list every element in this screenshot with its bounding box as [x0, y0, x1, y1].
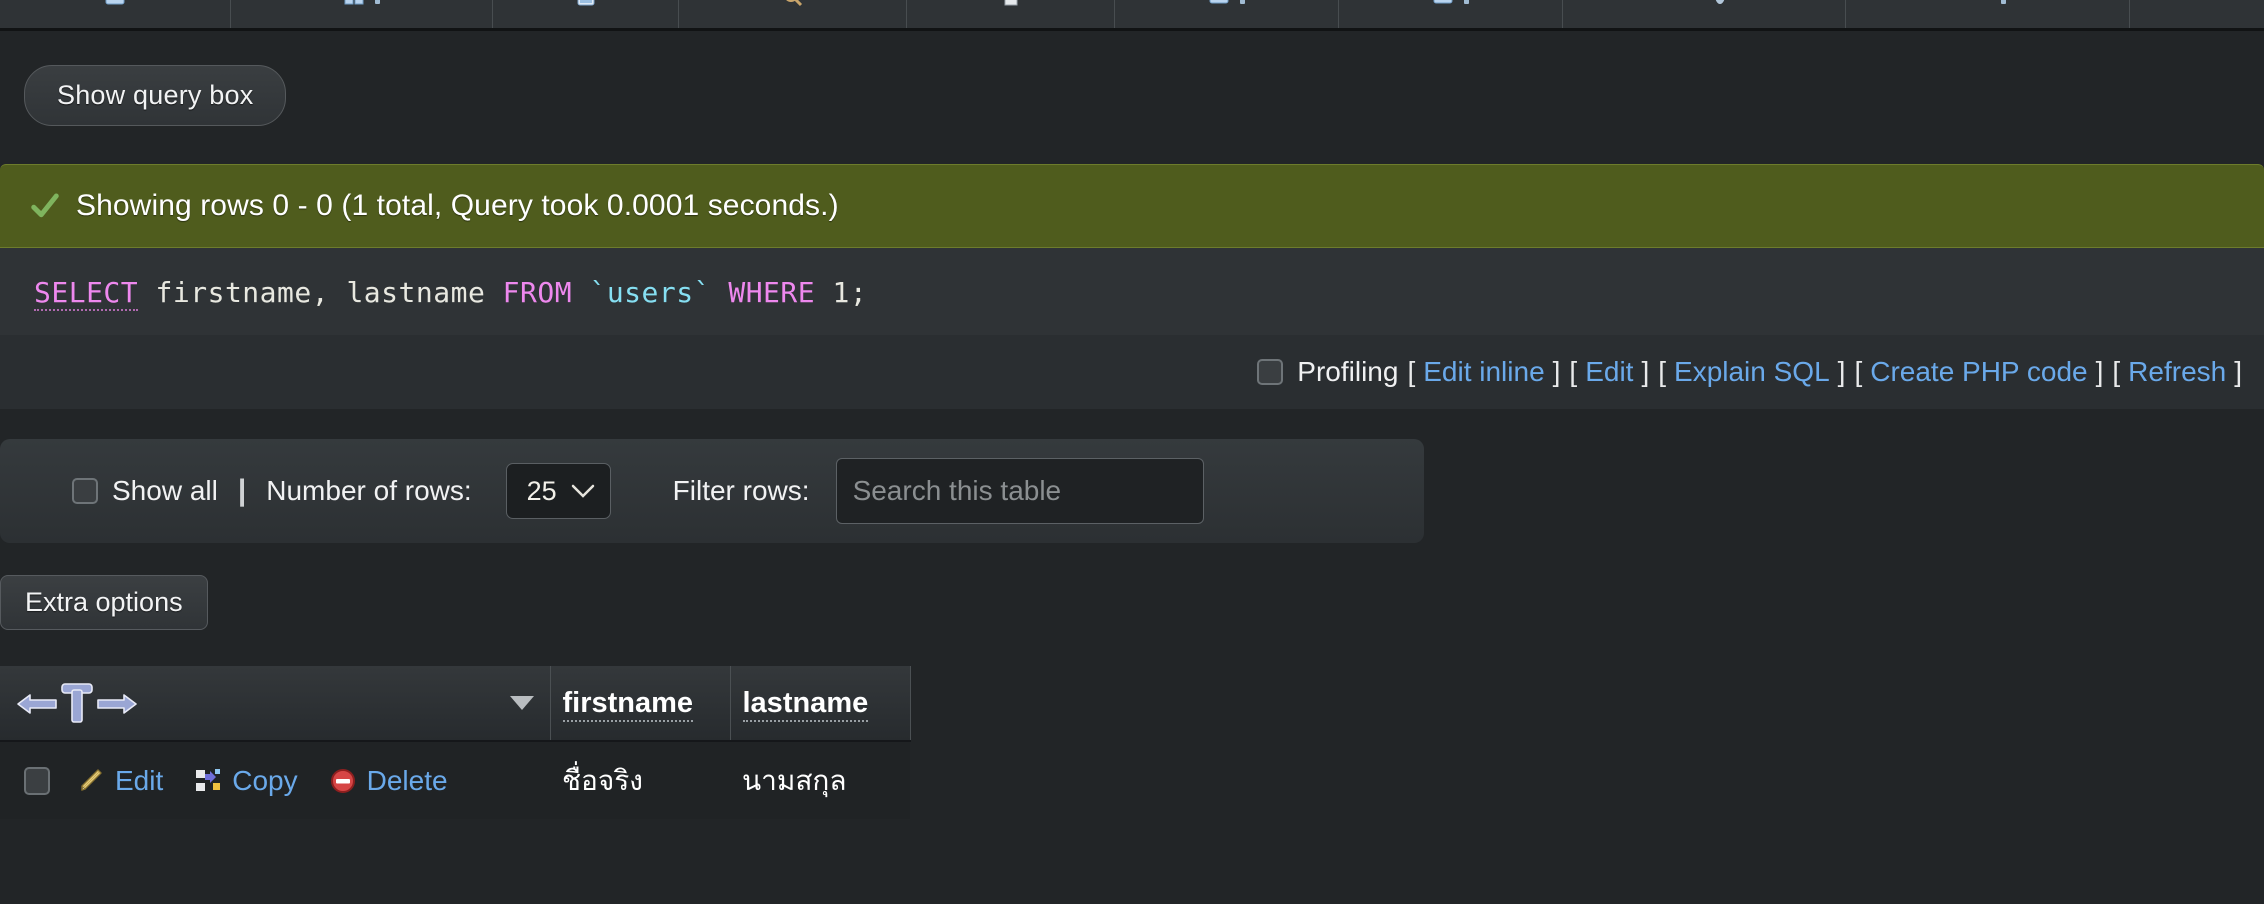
row-actions-cell: Edit Copy Delete: [0, 741, 550, 819]
row-copy-label: Copy: [232, 764, 298, 796]
bracket-open-1: [: [1407, 356, 1416, 387]
row-delete-link[interactable]: Delete: [328, 765, 448, 797]
tab-privileges-label: [1715, 0, 1725, 4]
tab-sql[interactable]: [493, 0, 679, 28]
profiling-checkbox[interactable]: [1257, 359, 1284, 385]
cell-lastname: นามสกุล: [730, 741, 910, 819]
tab-structure[interactable]: [231, 0, 493, 28]
tab-insert[interactable]: [907, 0, 1115, 28]
column-header-lastname[interactable]: lastname: [730, 666, 911, 742]
controls-divider: |: [237, 474, 247, 507]
result-message-banner: Showing rows 0 - 0 (1 total, Query took …: [0, 164, 2264, 248]
sql-token-columns: firstname, lastname: [138, 276, 503, 309]
result-message-text: Showing rows 0 - 0 (1 total, Query took …: [76, 189, 839, 222]
results-table: firstname lastname Edit Copy Delete ชื่อ…: [0, 666, 911, 819]
sql-token-from: FROM: [502, 276, 573, 309]
move-columns-icon[interactable]: [12, 680, 142, 726]
bracket-close-4: ]: [2095, 356, 2104, 387]
refresh-link[interactable]: Refresh: [2120, 356, 2234, 388]
tab-search[interactable]: [679, 0, 907, 28]
edit-inline-link[interactable]: Edit inline: [1415, 356, 1552, 388]
bracket-close-2: ]: [1641, 356, 1650, 387]
rows-controls-bar: Show all | Number of rows: 25 Filter row…: [0, 439, 1424, 543]
bracket-open-4: [: [1854, 356, 1863, 387]
bracket-open-5: [: [2112, 356, 2121, 387]
column-header-firstname-label: firstname: [562, 686, 694, 722]
row-edit-link[interactable]: Edit: [76, 765, 163, 797]
row-select-checkbox[interactable]: [24, 766, 50, 795]
bracket-close-1: ]: [1552, 356, 1561, 387]
bracket-close-3: ]: [1837, 356, 1846, 387]
number-of-rows-label: Number of rows:: [266, 475, 472, 506]
column-header-lastname-label: lastname: [742, 686, 869, 722]
operations-icon: [1969, 0, 1991, 7]
bracket-open-2: [: [1569, 356, 1578, 387]
main-content: Show query box Showing rows 0 - 0 (1 tot…: [0, 31, 2264, 819]
tab-structure-label: [375, 0, 380, 4]
cell-firstname: ชื่อจริง: [550, 741, 730, 819]
sql-token-condition: 1;: [815, 276, 868, 309]
delete-icon: [330, 768, 355, 793]
bracket-open-3: [: [1658, 356, 1667, 387]
browse-icon: [104, 0, 126, 8]
tab-browse[interactable]: [0, 0, 231, 28]
sql-token-space-1: [572, 276, 589, 309]
search-icon: [782, 0, 804, 8]
extra-options-row: Extra options: [0, 543, 2264, 630]
sql-icon: [575, 0, 597, 8]
sql-token-select: SELECT: [34, 276, 139, 311]
create-php-code-link[interactable]: Create PHP code: [1862, 356, 2095, 388]
extra-options-button[interactable]: Extra options: [0, 575, 208, 630]
actions-header-cell: [0, 666, 551, 742]
show-query-box-button[interactable]: Show query box: [24, 65, 287, 126]
edit-link[interactable]: Edit: [1577, 356, 1641, 388]
profiling-label: Profiling: [1297, 356, 1399, 387]
bracket-close-5: ]: [2234, 356, 2242, 387]
tab-export-label: [1240, 0, 1245, 4]
pencil-icon: [81, 768, 102, 791]
table-row: Edit Copy Delete ชื่อจริง นามสกุล: [0, 741, 910, 819]
tab-operations-label: [2001, 0, 2006, 4]
row-copy-link[interactable]: Copy: [193, 764, 298, 797]
results-table-body: Edit Copy Delete ชื่อจริง นามสกุล: [0, 741, 910, 819]
sql-actions-row: Profiling [ Edit inline ] [ Edit ] [ Exp…: [0, 335, 2264, 409]
number-of-rows-select[interactable]: 25: [505, 463, 611, 519]
show-all-label: Show all: [112, 475, 218, 506]
row-edit-label: Edit: [115, 764, 164, 796]
show-all-checkbox[interactable]: [72, 478, 98, 504]
tab-tracking[interactable]: [2130, 0, 2260, 28]
chevron-down-icon[interactable]: [509, 696, 534, 710]
privileges-icon: [1683, 0, 1705, 8]
tracking-icon: [2184, 0, 2206, 8]
structure-icon: [343, 0, 365, 8]
tab-privileges[interactable]: [1563, 0, 1846, 28]
sql-query-display[interactable]: SELECT firstname, lastname FROM `users` …: [0, 248, 2264, 335]
tab-export[interactable]: [1115, 0, 1339, 28]
results-header-row: firstname lastname: [0, 666, 911, 742]
sql-token-where: WHERE: [728, 276, 816, 309]
explain-sql-link[interactable]: Explain SQL: [1666, 356, 1838, 388]
success-check-icon: [31, 193, 59, 218]
sql-token-table: `users`: [589, 276, 711, 309]
filter-rows-label: Filter rows:: [672, 475, 810, 506]
sql-token-space-2: [711, 276, 728, 309]
export-icon: [1208, 0, 1230, 8]
results-table-head: firstname lastname: [0, 666, 911, 742]
filter-rows-input[interactable]: [835, 458, 1204, 524]
row-delete-label: Delete: [366, 764, 448, 796]
tab-import[interactable]: [1339, 0, 1563, 28]
number-of-rows-select-wrap: 25: [472, 463, 611, 519]
show-query-box-row: Show query box: [0, 31, 2264, 126]
import-icon: [1432, 0, 1454, 8]
column-header-firstname[interactable]: firstname: [550, 666, 731, 742]
insert-icon: [1000, 0, 1022, 8]
tab-operations[interactable]: [1846, 0, 2130, 28]
navigation-tab-bar[interactable]: [0, 0, 2264, 31]
tab-import-label: [1464, 0, 1469, 4]
copy-icon: [196, 768, 221, 791]
